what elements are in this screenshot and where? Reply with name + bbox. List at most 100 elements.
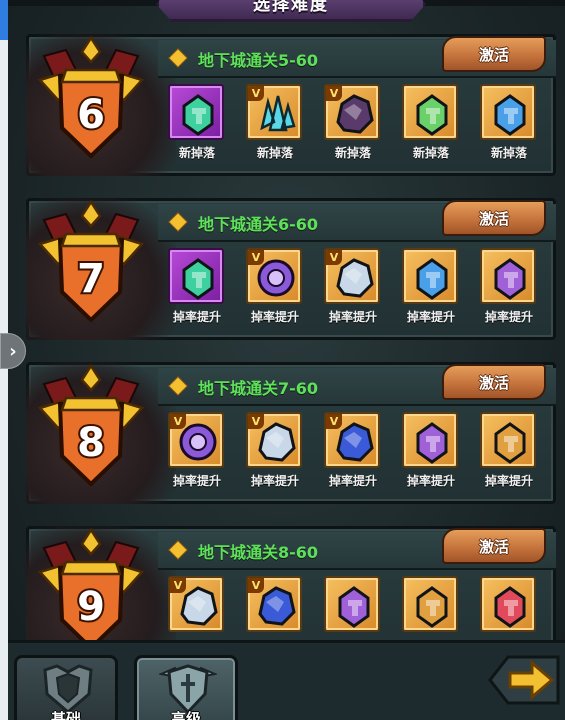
item-label: 掉率提升 <box>406 474 455 488</box>
item-slot <box>402 576 458 632</box>
vip-badge: V <box>248 86 264 101</box>
reward-items: 新掉落 V 新掉落 V 新掉落 新掉落 新掉落 <box>168 84 558 164</box>
reward-item[interactable]: 新掉落 <box>480 84 538 164</box>
next-arrow-button[interactable] <box>480 649 564 711</box>
vip-badge: V <box>248 414 264 429</box>
difficulty-row: 8 地下城通关7-60 激活 V 掉率提升 V 掉率提升 V 掉率提升 掉率提升… <box>26 356 556 504</box>
item-label: 掉率提升 <box>484 310 533 324</box>
item-slot <box>168 84 224 140</box>
tab-advanced-label: 高级 <box>170 710 201 720</box>
item-label: 掉率提升 <box>328 474 377 488</box>
vip-badge: V <box>326 86 342 101</box>
activate-button[interactable]: 激活 <box>442 200 546 236</box>
vip-badge: V <box>170 414 186 429</box>
item-label: 掉率提升 <box>328 310 377 324</box>
difficulty-row: 7 地下城通关6-60 激活 掉率提升 V 掉率提升 V 掉率提升 掉率提升 掉… <box>26 192 556 340</box>
reward-item[interactable]: 新掉落 <box>402 84 460 164</box>
item-label: 新掉落 <box>334 146 371 160</box>
stage-requirement: 地下城通关8-60 <box>198 543 319 562</box>
item-label: 掉率提升 <box>172 474 221 488</box>
diamond-icon <box>169 49 187 67</box>
diamond-icon <box>169 541 187 559</box>
reward-item[interactable]: 掉率提升 <box>168 248 226 328</box>
item-slot <box>480 412 536 468</box>
green-rune-stone-icon <box>182 258 214 300</box>
item-label: 新掉落 <box>256 146 293 160</box>
reward-item[interactable]: V 新掉落 <box>324 84 382 164</box>
green-rune-stone-icon <box>416 94 448 136</box>
reward-item[interactable]: V 掉率提升 <box>246 412 304 492</box>
difficulty-row: 6 地下城通关5-60 激活 新掉落 V 新掉落 V 新掉落 新掉落 新掉落 <box>26 28 556 176</box>
reward-item[interactable]: V 掉率提升 <box>168 412 226 492</box>
item-label: 掉率提升 <box>250 310 299 324</box>
reward-items: V 掉率提升 V 掉率提升 V 掉率提升 掉率提升 掉率提升 <box>168 412 558 492</box>
purple-rune-stone-icon <box>338 586 370 628</box>
activate-button[interactable]: 激活 <box>442 364 546 400</box>
item-slot: V <box>246 248 302 304</box>
vip-badge: V <box>326 250 342 265</box>
game-screen: 选择难度 6 地下城通关5-60 激活 新掉落 V 新掉落 V 新掉落 新掉落 … <box>8 0 565 720</box>
activate-button[interactable]: 激活 <box>442 36 546 72</box>
blue-rune-stone-icon <box>494 94 526 136</box>
blue-rune-stone-icon <box>416 258 448 300</box>
activate-label: 激活 <box>478 537 509 556</box>
reward-item[interactable]: 新掉落 <box>168 84 226 164</box>
item-slot: V <box>168 576 224 632</box>
reward-item[interactable]: V 掉率提升 <box>246 248 304 328</box>
reward-item[interactable]: V 掉率提升 <box>324 412 382 492</box>
gold-rune-stone-icon <box>416 586 448 628</box>
item-slot <box>480 248 536 304</box>
gold-rune-stone-icon <box>494 422 526 464</box>
item-label: 掉率提升 <box>484 474 533 488</box>
item-slot <box>324 576 380 632</box>
activate-label: 激活 <box>478 209 509 228</box>
reward-item[interactable]: 掉率提升 <box>402 412 460 492</box>
tab-basic[interactable]: 基础 <box>14 655 118 720</box>
item-slot <box>480 84 536 140</box>
item-slot <box>402 412 458 468</box>
tab-basic-label: 基础 <box>50 710 81 720</box>
item-slot <box>402 248 458 304</box>
bottom-bar: 基础 高级 <box>8 640 565 720</box>
item-slot <box>168 248 224 304</box>
difficulty-level: 6 <box>77 92 105 138</box>
item-label: 掉率提升 <box>172 310 221 324</box>
item-slot: V <box>246 84 302 140</box>
item-slot: V <box>168 412 224 468</box>
vip-badge: V <box>326 414 342 429</box>
difficulty-level: 7 <box>77 256 105 302</box>
activate-button[interactable]: 激活 <box>442 528 546 564</box>
item-label: 新掉落 <box>178 146 215 160</box>
item-slot <box>402 84 458 140</box>
reward-item[interactable]: 掉率提升 <box>480 248 538 328</box>
tab-advanced[interactable]: 高级 <box>134 655 238 720</box>
purple-rune-stone-icon <box>494 258 526 300</box>
vip-badge: V <box>248 578 264 593</box>
vip-badge: V <box>170 578 186 593</box>
red-rune-stone-icon <box>494 586 526 628</box>
item-slot: V <box>246 576 302 632</box>
item-slot: V <box>246 412 302 468</box>
item-slot: V <box>324 412 380 468</box>
stage-requirement: 地下城通关6-60 <box>198 215 319 234</box>
item-slot: V <box>324 84 380 140</box>
difficulty-level: 8 <box>77 420 105 466</box>
green-rune-stone-icon <box>182 94 214 136</box>
reward-item[interactable]: V 掉率提升 <box>324 248 382 328</box>
item-slot: V <box>324 248 380 304</box>
reward-items: 掉率提升 V 掉率提升 V 掉率提升 掉率提升 掉率提升 <box>168 248 558 328</box>
item-label: 新掉落 <box>412 146 449 160</box>
vip-badge: V <box>248 250 264 265</box>
page-title: 选择难度 <box>253 0 329 15</box>
title-banner: 选择难度 <box>156 0 426 22</box>
purple-rune-stone-icon <box>416 422 448 464</box>
item-label: 掉率提升 <box>406 310 455 324</box>
reward-item[interactable]: V 新掉落 <box>246 84 304 164</box>
activate-label: 激活 <box>478 373 509 392</box>
reward-item[interactable]: 掉率提升 <box>480 412 538 492</box>
item-label: 新掉落 <box>490 146 527 160</box>
stage-requirement: 地下城通关5-60 <box>198 51 319 70</box>
reward-item[interactable]: 掉率提升 <box>402 248 460 328</box>
difficulty-level: 9 <box>77 584 105 630</box>
item-label: 掉率提升 <box>250 474 299 488</box>
